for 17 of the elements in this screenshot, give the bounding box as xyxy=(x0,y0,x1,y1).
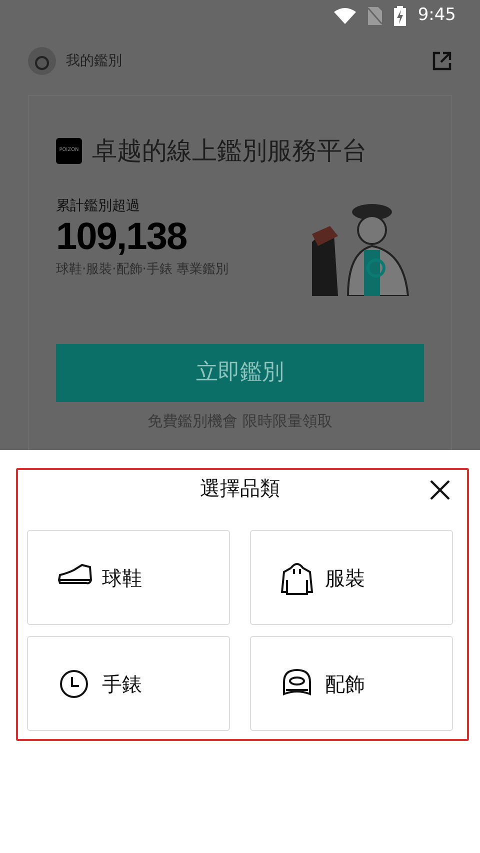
count-value: 109,138 xyxy=(56,216,188,258)
header-title: 我的鑑別 xyxy=(66,52,122,70)
status-time: 9:45 xyxy=(418,4,456,28)
share-icon[interactable] xyxy=(432,51,452,71)
card-subtitle: 球鞋·服裝·配飾·手錶 專業鑑別 xyxy=(56,261,229,280)
wifi-icon xyxy=(334,8,356,24)
no-sim-icon xyxy=(368,7,382,25)
sheet-title: 選擇品類 xyxy=(200,475,280,502)
count-label: 累計鑑別超過 xyxy=(56,196,141,216)
category-tile[interactable]: 服裝 xyxy=(250,530,453,625)
battery-charging-icon xyxy=(394,6,406,26)
close-icon[interactable] xyxy=(430,480,450,500)
category-tile[interactable]: 配飾 xyxy=(250,636,453,731)
card-title: 卓越的線上鑑別服務平台 xyxy=(92,135,367,167)
category-tile[interactable]: 球鞋 xyxy=(27,530,230,625)
category-tile[interactable]: 手錶 xyxy=(27,636,230,731)
avatar-icon xyxy=(28,47,56,75)
